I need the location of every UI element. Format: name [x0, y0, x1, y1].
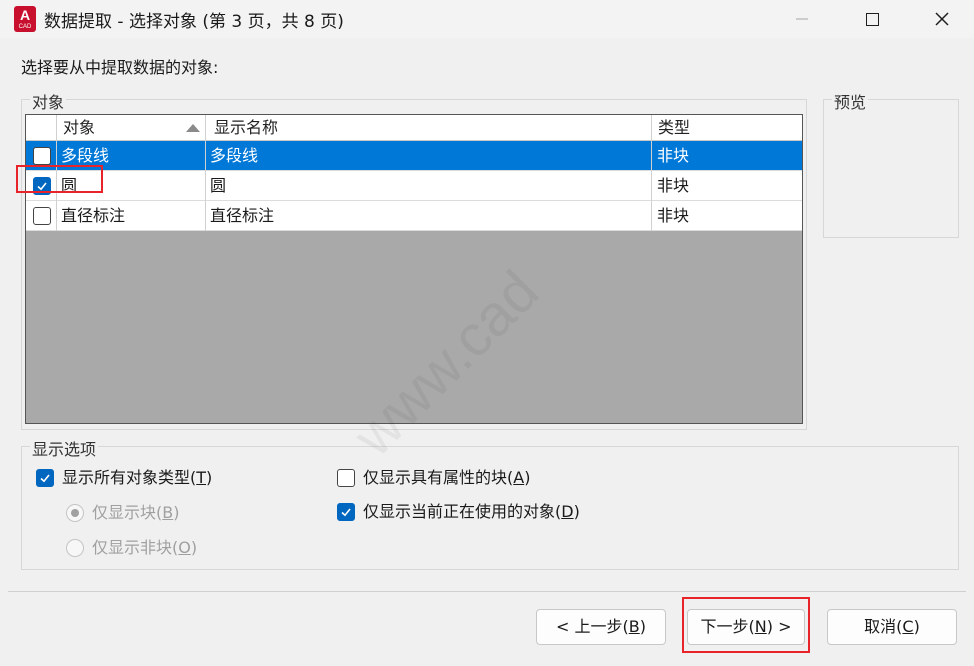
column-header-type[interactable]: 类型: [658, 115, 690, 141]
table-row[interactable]: 直径标注 直径标注 非块: [26, 201, 802, 231]
highlight-box: [682, 597, 810, 653]
autocad-logo-icon: A CAD: [14, 6, 36, 32]
instruction-text: 选择要从中提取数据的对象:: [21, 58, 219, 77]
show-all-types-checkbox[interactable]: 显示所有对象类型(T): [36, 465, 212, 491]
cell-display-name[interactable]: 多段线: [210, 141, 258, 171]
sort-ascending-icon: [186, 124, 200, 132]
cell-type: 非块: [657, 146, 690, 165]
close-icon: [935, 12, 949, 26]
objects-group-legend: 对象: [30, 89, 67, 113]
radio-dot: [66, 504, 84, 522]
checkbox-box: [337, 469, 355, 487]
table-header: 对象 显示名称 类型: [26, 115, 802, 141]
table-row[interactable]: 圆 圆 非块: [26, 171, 802, 201]
window-title: 数据提取 - 选择对象 (第 3 页，共 8 页): [44, 12, 344, 32]
blocks-only-radio[interactable]: 仅显示块(B): [66, 500, 179, 526]
objects-table[interactable]: 对象 显示名称 类型 多段线 多段线 非块 圆 圆 非块 直径标注 直径标注 非…: [25, 114, 803, 424]
cell-display-name[interactable]: 直径标注: [210, 201, 274, 231]
cell-display-name[interactable]: 圆: [210, 171, 226, 201]
maximize-button[interactable]: [842, 0, 902, 38]
minimize-button[interactable]: [772, 0, 832, 38]
checkmark-icon: [341, 508, 351, 517]
cancel-button[interactable]: 取消(C): [827, 609, 957, 645]
cell-type: 非块: [657, 206, 690, 225]
maximize-icon: [865, 12, 879, 26]
checkbox-box: [36, 469, 54, 487]
radio-dot: [66, 539, 84, 557]
footer-divider: [8, 591, 966, 592]
row-checkbox[interactable]: [33, 147, 51, 165]
checkmark-icon: [40, 474, 50, 483]
column-divider[interactable]: [651, 115, 652, 231]
row-checkbox[interactable]: [33, 207, 51, 225]
column-divider[interactable]: [205, 115, 206, 231]
table-row[interactable]: 多段线 多段线 非块: [26, 141, 802, 171]
preview-group: 预览: [823, 89, 959, 238]
minimize-icon: [796, 18, 808, 20]
back-button[interactable]: < 上一步(B): [536, 609, 666, 645]
column-header-display-name[interactable]: 显示名称: [214, 115, 278, 141]
highlight-box: [16, 165, 103, 193]
column-header-object[interactable]: 对象: [63, 115, 95, 141]
title-bar: A CAD 数据提取 - 选择对象 (第 3 页，共 8 页): [0, 0, 974, 38]
cell-object: 直径标注: [61, 206, 126, 225]
objects-in-use-checkbox[interactable]: 仅显示当前正在使用的对象(D): [337, 499, 580, 525]
preview-group-legend: 预览: [832, 89, 869, 113]
blocks-with-attributes-checkbox[interactable]: 仅显示具有属性的块(A): [337, 465, 530, 491]
cell-type: 非块: [657, 176, 690, 195]
checkbox-box: [337, 503, 355, 521]
non-blocks-only-radio[interactable]: 仅显示非块(O): [66, 535, 197, 561]
display-options-legend: 显示选项: [30, 436, 99, 460]
close-button[interactable]: [912, 0, 972, 38]
